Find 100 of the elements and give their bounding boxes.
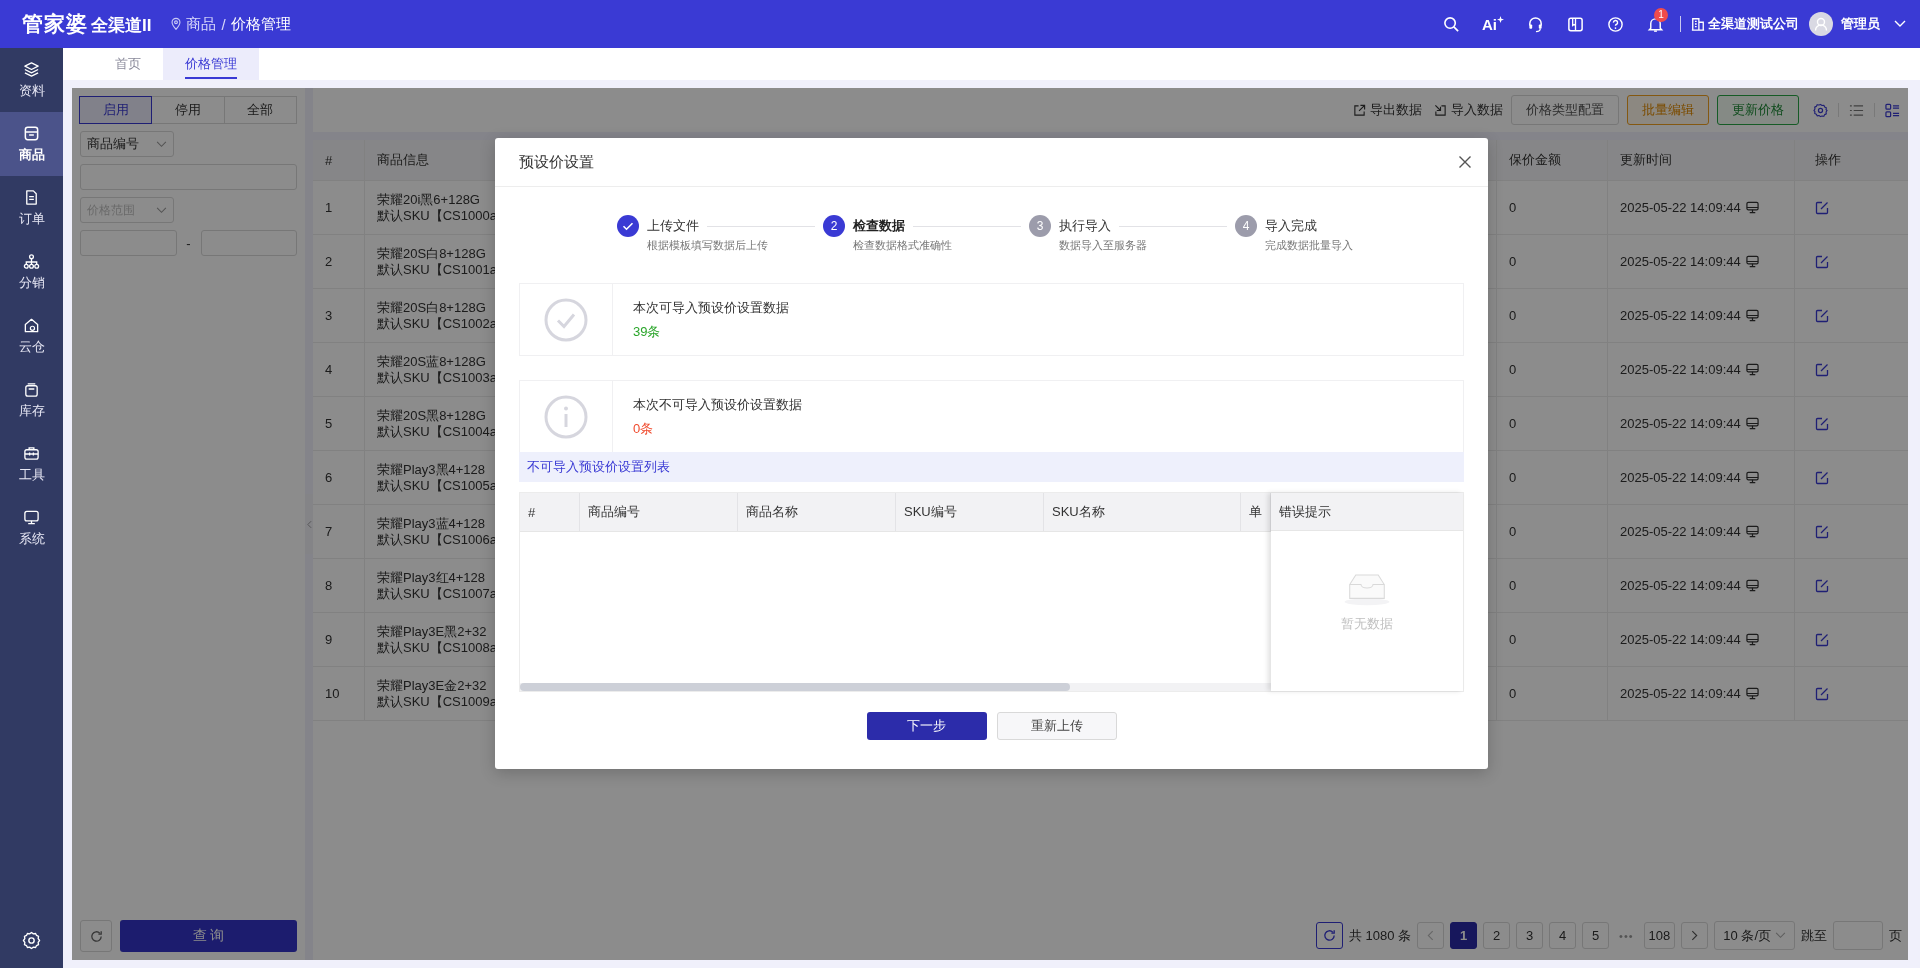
list-view-icon[interactable] xyxy=(1849,102,1864,118)
status-tab[interactable]: 停用 xyxy=(151,96,225,124)
table-cell: 0 xyxy=(1497,613,1608,666)
help-icon[interactable] xyxy=(1607,15,1624,33)
reupload-button[interactable]: 重新上传 xyxy=(996,712,1117,740)
status-tab[interactable]: 全部 xyxy=(223,96,297,124)
toolbox-icon xyxy=(23,444,40,462)
step-title: 检查数据 xyxy=(853,217,905,235)
network-icon xyxy=(23,252,40,270)
edit-icon[interactable] xyxy=(1815,308,1829,323)
sidebar-item[interactable]: 商品 xyxy=(0,112,63,176)
edit-icon[interactable] xyxy=(1815,416,1829,431)
product-sku: 默认SKU【CS1008a xyxy=(377,639,497,656)
table-cell: 7 xyxy=(313,505,365,558)
table-cell: 0 xyxy=(1497,289,1608,342)
update-time: 2025-05-22 14:09:44 xyxy=(1620,362,1741,377)
update-time: 2025-05-22 14:09:44 xyxy=(1620,686,1741,701)
status-tab[interactable]: 启用 xyxy=(79,96,153,124)
sidebar-item[interactable]: 分销 xyxy=(0,240,63,304)
page-button[interactable]: 3 xyxy=(1516,922,1544,949)
product-name: 荣耀20S蓝8+128G xyxy=(377,353,486,370)
table-cell: 0 xyxy=(1497,181,1608,234)
table-cell: 10 xyxy=(313,667,365,720)
export-data-link[interactable]: 导出数据 xyxy=(1353,101,1422,119)
product-name: 荣耀Play3E黑2+32 xyxy=(377,623,487,640)
sidebar-item[interactable]: 订单 xyxy=(0,176,63,240)
page-button[interactable]: 2 xyxy=(1483,922,1511,949)
edit-icon[interactable] xyxy=(1815,578,1829,593)
step-number: 4 xyxy=(1235,215,1257,237)
toolbar-button[interactable]: 价格类型配置 xyxy=(1511,95,1619,125)
logo[interactable]: 管家婆 全渠道II xyxy=(22,10,152,38)
ai-assistant-button[interactable]: Ai xyxy=(1482,15,1504,33)
edit-icon[interactable] xyxy=(1815,686,1829,701)
product-name: 荣耀Play3黑4+128 xyxy=(377,461,486,478)
refresh-button[interactable] xyxy=(1315,922,1343,949)
edit-icon[interactable] xyxy=(1815,632,1829,647)
reset-button[interactable] xyxy=(80,920,112,952)
step-number: 3 xyxy=(1029,215,1051,237)
user-avatar[interactable] xyxy=(1809,12,1833,36)
page-button[interactable]: 1 xyxy=(1450,922,1478,949)
product-name: 荣耀20S白8+128G xyxy=(377,245,486,262)
next-step-button[interactable]: 下一步 xyxy=(866,712,987,740)
page-button[interactable]: 5 xyxy=(1582,922,1610,949)
step-title: 执行导入 xyxy=(1059,217,1111,235)
table-cell: 8 xyxy=(313,559,365,612)
sidebar-item[interactable]: 云仓 xyxy=(0,304,63,368)
location-pin-icon xyxy=(169,17,184,31)
info-circle-icon xyxy=(544,394,588,439)
page-button[interactable]: 4 xyxy=(1549,922,1577,949)
step-description: 检查数据格式准确性 xyxy=(852,238,953,253)
dialog-title: 预设价设置 xyxy=(519,152,594,172)
update-time: 2025-05-22 14:09:44 xyxy=(1620,200,1741,215)
table-cell: 0 xyxy=(1497,343,1608,396)
page-tab[interactable]: 首页 xyxy=(93,48,163,80)
page-button[interactable]: 108 xyxy=(1643,922,1676,949)
book-icon[interactable] xyxy=(1567,15,1584,33)
field-select[interactable]: 商品编号 xyxy=(80,131,174,157)
card-view-icon[interactable] xyxy=(1885,102,1900,118)
page-size-select[interactable]: 10 条/页 xyxy=(1714,921,1795,950)
monitor-icon xyxy=(1745,525,1759,538)
edit-icon[interactable] xyxy=(1815,470,1829,485)
chevron-down-icon[interactable] xyxy=(1894,20,1906,28)
sidebar-item[interactable]: 工具 xyxy=(0,432,63,496)
column-header: 商品名称 xyxy=(738,493,896,531)
chevron-left-icon xyxy=(306,519,312,529)
page-tab[interactable]: 价格管理 xyxy=(163,48,259,80)
company-name[interactable]: 全渠道测试公司 xyxy=(1708,15,1799,33)
edit-icon[interactable] xyxy=(1815,362,1829,377)
product-sku: 默认SKU【CS1003a xyxy=(377,369,497,386)
table-cell: 5 xyxy=(313,397,365,450)
toolbar-button[interactable]: 更新价格 xyxy=(1717,95,1799,125)
user-name[interactable]: 管理员 xyxy=(1841,15,1880,33)
import-data-link[interactable]: 导入数据 xyxy=(1434,101,1503,119)
table-cell: 6 xyxy=(313,451,365,504)
search-icon[interactable] xyxy=(1443,15,1460,33)
breadcrumb-link[interactable]: 商品 xyxy=(186,14,217,34)
sidebar-item[interactable]: 系统 xyxy=(0,496,63,560)
monitor-icon xyxy=(1745,309,1759,322)
stack-icon xyxy=(23,380,40,398)
close-icon[interactable] xyxy=(1458,155,1472,169)
table-cell: 0 xyxy=(1497,667,1608,720)
layers-icon xyxy=(23,60,40,78)
sidebar-item[interactable]: 库存 xyxy=(0,368,63,432)
edit-icon[interactable] xyxy=(1815,200,1829,215)
product-name: 荣耀20S黑8+128G xyxy=(377,407,486,424)
horizontal-scrollbar[interactable] xyxy=(520,683,1070,691)
headset-icon[interactable] xyxy=(1527,15,1544,33)
chevron-right-icon xyxy=(1691,930,1699,941)
product-name: 荣耀Play3红4+128 xyxy=(377,569,486,586)
edit-icon[interactable] xyxy=(1815,254,1829,269)
sidebar-item[interactable]: 资料 xyxy=(0,48,63,112)
query-button[interactable]: 查 询 xyxy=(120,920,297,952)
product-name: 荣耀Play3蓝4+128 xyxy=(377,515,486,532)
edit-icon[interactable] xyxy=(1815,524,1829,539)
table-cell: 4 xyxy=(313,343,365,396)
table-cell: 3 xyxy=(313,289,365,342)
step-number: 2 xyxy=(823,215,845,237)
update-time: 2025-05-22 14:09:44 xyxy=(1620,254,1741,269)
table-cell: 0 xyxy=(1497,505,1608,558)
column-header: 操作 xyxy=(1814,151,1842,169)
